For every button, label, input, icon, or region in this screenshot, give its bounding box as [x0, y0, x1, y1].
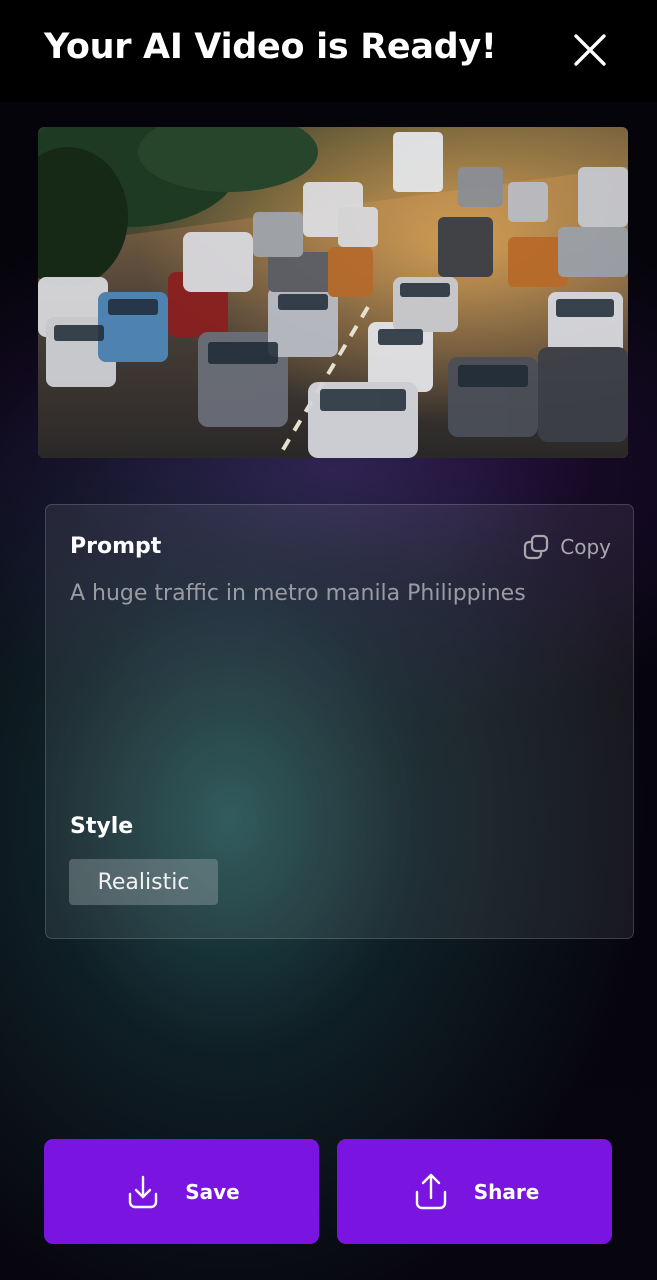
- save-button[interactable]: Save: [44, 1139, 319, 1244]
- copy-button[interactable]: Copy: [522, 533, 611, 561]
- close-button[interactable]: [568, 28, 612, 72]
- share-icon: [415, 1173, 446, 1209]
- share-label: Share: [473, 1179, 540, 1204]
- details-card: Prompt Copy A huge traffic in metro mani…: [45, 504, 634, 939]
- style-label: Style: [70, 814, 134, 839]
- copy-icon: [524, 534, 549, 560]
- close-icon: [574, 34, 606, 66]
- share-button[interactable]: Share: [337, 1139, 612, 1244]
- video-preview[interactable]: [38, 127, 628, 458]
- style-chip[interactable]: Realistic: [69, 859, 218, 905]
- save-label: Save: [185, 1179, 240, 1204]
- header: Your AI Video is Ready!: [0, 0, 657, 102]
- copy-label: Copy: [560, 535, 611, 559]
- prompt-text: A huge traffic in metro manila Philippin…: [70, 581, 526, 606]
- app-screen: Your AI Video is Ready! Prompt Copy A hu…: [0, 0, 657, 1280]
- traffic-video-thumbnail: [38, 127, 628, 458]
- prompt-label: Prompt: [70, 534, 162, 559]
- download-icon: [129, 1175, 158, 1208]
- page-title: Your AI Video is Ready!: [44, 27, 497, 67]
